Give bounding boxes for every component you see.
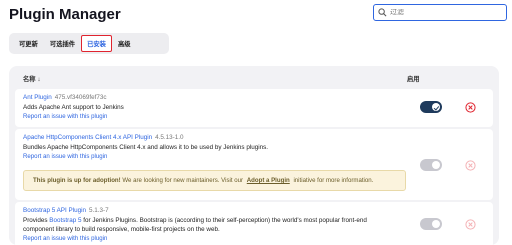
installed-plugins-table: 名称 ↓ 启用 Ant Plugin 475.vf34069fef73c Adds… [9,66,499,245]
enable-toggle[interactable] [420,218,442,230]
close-circle-icon[interactable] [465,219,476,230]
adoption-text-end: initiative for more information. [291,177,374,184]
close-circle-icon[interactable] [465,102,476,113]
plugin-name-link[interactable]: Ant Plugin [23,94,52,101]
report-issue-link[interactable]: Report an issue with this plugin [23,235,107,242]
plugin-description: Provides Bootstrap 5 for Jenkins Plugins… [23,217,367,224]
table-header: 名称 ↓ 启用 [9,66,499,87]
enable-toggle[interactable] [420,159,442,171]
tab-bar: 可更新 可选插件 已安装 高级 [9,33,169,54]
plugin-description: Bundles Apache HttpComponents Client 4.x… [23,144,269,151]
adoption-notice: This plugin is up for adoption! We are l… [23,170,406,191]
tab-advanced[interactable]: 高级 [112,35,137,52]
name-column-header[interactable]: 名称 ↓ [23,74,41,83]
adopt-a-plugin-link[interactable]: Adopt a Plugin [247,177,290,184]
search-box[interactable] [373,4,507,21]
search-icon [378,8,387,17]
plugin-name-link[interactable]: Bootstrap 5 API Plugin [23,207,86,214]
table-row: Apache HttpComponents Client 4.x API Plu… [15,129,493,200]
page-title: Plugin Manager [9,6,121,23]
bootstrap-link[interactable]: Bootstrap 5 [49,217,81,224]
report-issue-link[interactable]: Report an issue with this plugin [23,113,107,120]
check-icon [432,103,440,111]
plugin-version: 5.1.3-7 [89,207,109,214]
search-input[interactable] [390,9,500,16]
adoption-text: We are looking for new maintainers. Visi… [120,177,245,184]
plugin-name-link[interactable]: Apache HttpComponents Client 4.x API Plu… [23,134,152,141]
adoption-title: This plugin is up for adoption! [33,177,121,184]
enabled-column-header: 启用 [407,76,420,83]
table-row: Bootstrap 5 API Plugin 5.1.3-7 Provides B… [15,202,493,245]
enable-toggle[interactable] [420,101,442,113]
plugin-version: 4.5.13-1.0 [155,134,184,141]
plugin-version: 475.vf34069fef73c [54,94,107,101]
tab-installed[interactable]: 已安装 [81,35,112,52]
table-row: Ant Plugin 475.vf34069fef73c Adds Apache … [15,89,493,127]
plugin-description: Adds Apache Ant support to Jenkins [23,104,124,111]
report-issue-link[interactable]: Report an issue with this plugin [23,153,107,160]
tab-updates[interactable]: 可更新 [13,35,44,52]
close-circle-icon[interactable] [465,160,476,171]
tab-available[interactable]: 可选插件 [44,35,81,52]
plugin-description-line2: component library to build responsive, m… [23,226,220,233]
